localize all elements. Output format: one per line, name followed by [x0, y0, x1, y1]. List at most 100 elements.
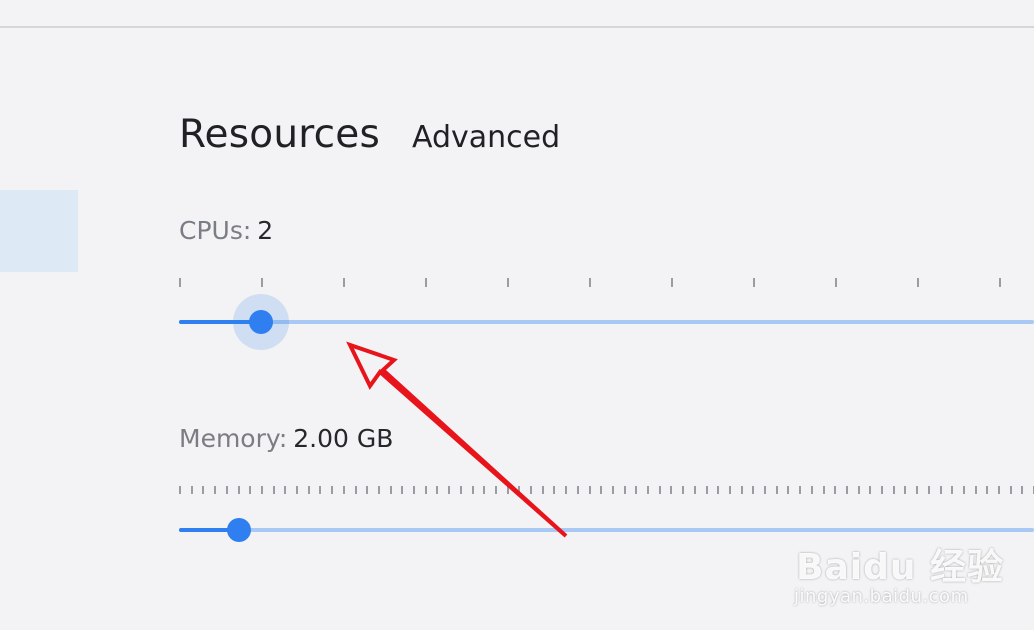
- memory-slider-tick: [226, 486, 228, 494]
- memory-slider-tick: [1010, 486, 1012, 494]
- cpu-slider[interactable]: [179, 278, 1034, 350]
- memory-slider-tick: [565, 486, 567, 494]
- memory-slider-tick: [214, 486, 216, 494]
- memory-slider-tick: [752, 486, 754, 494]
- memory-slider-tick: [717, 486, 719, 494]
- memory-slider-tick: [694, 486, 696, 494]
- memory-slider-tick: [869, 486, 871, 494]
- memory-slider-tick: [273, 486, 275, 494]
- watermark-brand: Baidu 经验: [796, 547, 1005, 588]
- memory-slider-tick: [787, 486, 789, 494]
- cpu-label-text: CPUs:: [179, 216, 252, 245]
- page-title: Resources: [179, 112, 380, 157]
- memory-slider-tick: [261, 486, 263, 494]
- memory-slider-tick: [355, 486, 357, 494]
- memory-slider-tick: [916, 486, 918, 494]
- memory-slider-tick: [635, 486, 637, 494]
- memory-slider-tick: [284, 486, 286, 494]
- memory-value: 2.00 GB: [293, 424, 394, 453]
- memory-slider-tick: [670, 486, 672, 494]
- memory-slider-tick: [881, 486, 883, 494]
- memory-slider-tick: [776, 486, 778, 494]
- memory-slider-tick: [577, 486, 579, 494]
- memory-slider-tick: [319, 486, 321, 494]
- memory-slider-tick: [425, 486, 427, 494]
- memory-slider-tick: [951, 486, 953, 494]
- cpu-slider-track[interactable]: [179, 320, 1034, 324]
- memory-slider-tick: [764, 486, 766, 494]
- memory-slider-tick: [858, 486, 860, 494]
- section-header: Resources Advanced: [179, 112, 560, 157]
- memory-slider-tick: [296, 486, 298, 494]
- memory-slider-tick: [472, 486, 474, 494]
- cpu-slider-tick: [507, 278, 509, 287]
- memory-label-text: Memory:: [179, 424, 288, 453]
- memory-slider-tick: [729, 486, 731, 494]
- memory-slider-tick: [940, 486, 942, 494]
- memory-slider-tick: [589, 486, 591, 494]
- watermark-logo: Baidu 经验 jingyan.baidu.com: [790, 520, 1034, 630]
- memory-slider-tick: [963, 486, 965, 494]
- memory-slider-tick: [413, 486, 415, 494]
- memory-label: Memory: 2.00 GB: [179, 424, 393, 453]
- memory-slider-tick: [542, 486, 544, 494]
- memory-slider-tick: [308, 486, 310, 494]
- cpu-slider-tick: [671, 278, 673, 287]
- cpu-label: CPUs: 2: [179, 216, 273, 245]
- memory-slider-tick: [846, 486, 848, 494]
- memory-slider-tick: [624, 486, 626, 494]
- sidebar-selected-item[interactable]: [0, 190, 78, 272]
- memory-slider-tick: [436, 486, 438, 494]
- memory-slider-tick: [553, 486, 555, 494]
- memory-slider-tick: [507, 486, 509, 494]
- memory-slider-tick: [518, 486, 520, 494]
- cpu-slider-tick: [917, 278, 919, 287]
- memory-slider-tick: [647, 486, 649, 494]
- memory-slider-tick: [401, 486, 403, 494]
- memory-slider-tick: [460, 486, 462, 494]
- cpu-slider-tick: [753, 278, 755, 287]
- memory-slider-tick: [448, 486, 450, 494]
- memory-slider-ticks: [179, 486, 1034, 498]
- cpu-slider-tick: [343, 278, 345, 287]
- memory-slider-tick: [366, 486, 368, 494]
- memory-slider-tick: [331, 486, 333, 494]
- memory-slider-tick: [343, 486, 345, 494]
- memory-slider-tick: [706, 486, 708, 494]
- memory-slider-tick: [741, 486, 743, 494]
- memory-slider-tick: [1021, 486, 1023, 494]
- memory-slider-tick: [612, 486, 614, 494]
- cpu-slider-tick: [999, 278, 1001, 287]
- cpu-slider-tick: [261, 278, 263, 287]
- memory-slider-tick: [390, 486, 392, 494]
- memory-slider-tick: [249, 486, 251, 494]
- memory-slider-tick: [928, 486, 930, 494]
- memory-slider-tick: [600, 486, 602, 494]
- cpu-slider-tick: [425, 278, 427, 287]
- memory-slider-tick: [811, 486, 813, 494]
- tab-advanced[interactable]: Advanced: [412, 120, 560, 155]
- cpu-slider-ticks: [179, 278, 1034, 290]
- memory-slider-thumb[interactable]: [227, 518, 251, 542]
- watermark-url: jingyan.baidu.com: [794, 586, 969, 607]
- memory-slider-tick: [659, 486, 661, 494]
- top-divider: [0, 26, 1034, 28]
- cpu-slider-thumb[interactable]: [249, 310, 273, 334]
- memory-slider-tick: [179, 486, 181, 494]
- cpu-value: 2: [257, 216, 274, 245]
- memory-slider-tick: [495, 486, 497, 494]
- memory-slider-tick: [238, 486, 240, 494]
- memory-slider-tick: [799, 486, 801, 494]
- memory-slider-tick: [191, 486, 193, 494]
- memory-slider-tick: [823, 486, 825, 494]
- memory-slider-tick: [834, 486, 836, 494]
- memory-slider-tick: [202, 486, 204, 494]
- memory-slider-tick: [378, 486, 380, 494]
- cpu-slider-tick: [589, 278, 591, 287]
- cpu-slider-tick: [179, 278, 181, 287]
- memory-slider-tick: [904, 486, 906, 494]
- memory-slider-tick: [893, 486, 895, 494]
- cpu-slider-tick: [835, 278, 837, 287]
- memory-slider-tick: [986, 486, 988, 494]
- memory-slider-tick: [998, 486, 1000, 494]
